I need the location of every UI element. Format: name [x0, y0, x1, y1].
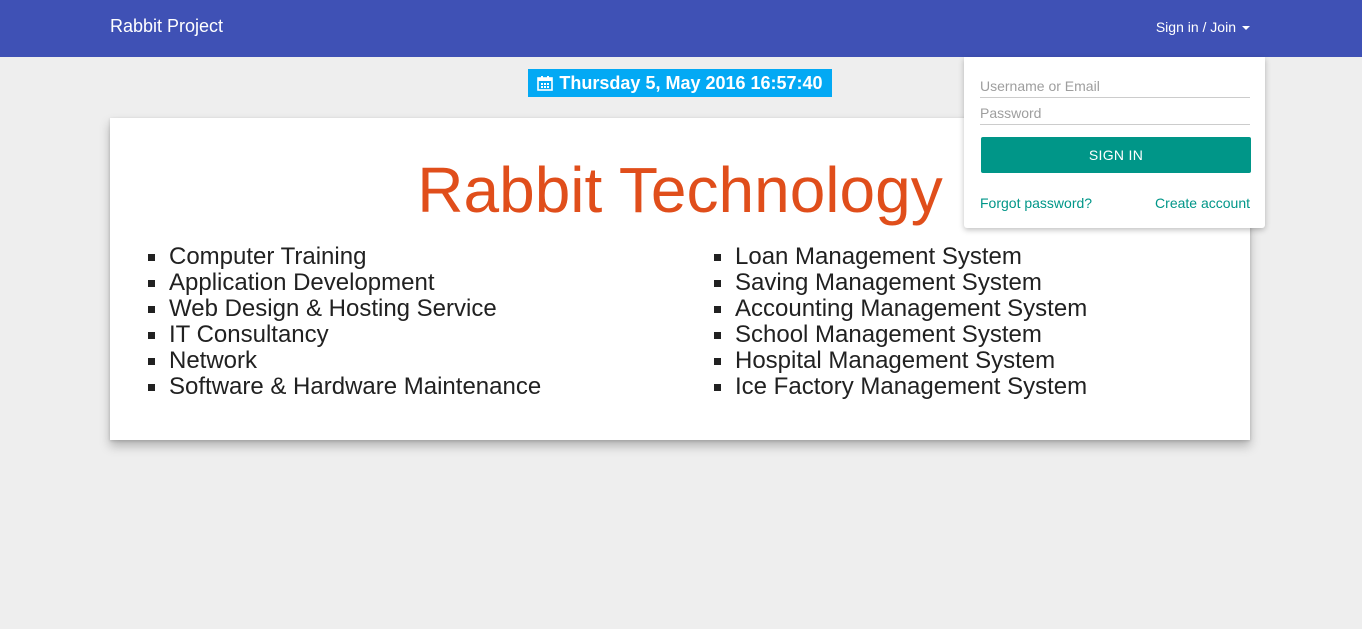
caret-down-icon: [1242, 26, 1250, 30]
calendar-icon: [537, 76, 554, 91]
date-time-text: Thursday 5, May 2016 16:57:40: [559, 72, 823, 93]
bullet-icon: [714, 305, 721, 313]
services-list-right: Loan Management System Saving Management…: [714, 244, 1087, 400]
list-item: School Management System: [714, 322, 1087, 348]
bullet-icon: [714, 253, 721, 261]
create-account-link[interactable]: Create account: [1155, 195, 1250, 211]
bullet-icon: [714, 331, 721, 339]
bullet-icon: [714, 279, 721, 287]
list-item: IT Consultancy: [148, 322, 541, 348]
date-time-badge: Thursday 5, May 2016 16:57:40: [528, 69, 832, 97]
bullet-icon: [148, 305, 155, 313]
list-item: Web Design & Hosting Service: [148, 296, 541, 322]
brand-link[interactable]: Rabbit Project: [110, 16, 223, 37]
list-item: Software & Hardware Maintenance: [148, 374, 541, 400]
list-item: Computer Training: [148, 244, 541, 270]
login-dropdown-panel: SIGN IN Forgot password? Create account: [964, 57, 1265, 228]
forgot-password-link[interactable]: Forgot password?: [980, 195, 1092, 211]
bullet-icon: [148, 331, 155, 339]
list-item: Ice Factory Management System: [714, 374, 1087, 400]
top-navbar: Rabbit Project Sign in / Join: [0, 0, 1362, 57]
list-item: Saving Management System: [714, 270, 1087, 296]
bullet-icon: [148, 357, 155, 365]
sign-in-button[interactable]: SIGN IN: [981, 137, 1251, 173]
list-item: Network: [148, 348, 541, 374]
bullet-icon: [148, 253, 155, 261]
list-item: Accounting Management System: [714, 296, 1087, 322]
services-list-left: Computer Training Application Developmen…: [148, 244, 541, 400]
list-item: Application Development: [148, 270, 541, 296]
list-item: Hospital Management System: [714, 348, 1087, 374]
signin-toggle-label: Sign in / Join: [1155, 19, 1236, 35]
bullet-icon: [714, 383, 721, 391]
username-input[interactable]: [980, 74, 1250, 98]
bullet-icon: [148, 383, 155, 391]
signin-dropdown-toggle[interactable]: Sign in / Join: [1156, 19, 1250, 35]
bullet-icon: [148, 279, 155, 287]
password-input[interactable]: [980, 101, 1250, 125]
list-item: Loan Management System: [714, 244, 1087, 270]
bullet-icon: [714, 357, 721, 365]
